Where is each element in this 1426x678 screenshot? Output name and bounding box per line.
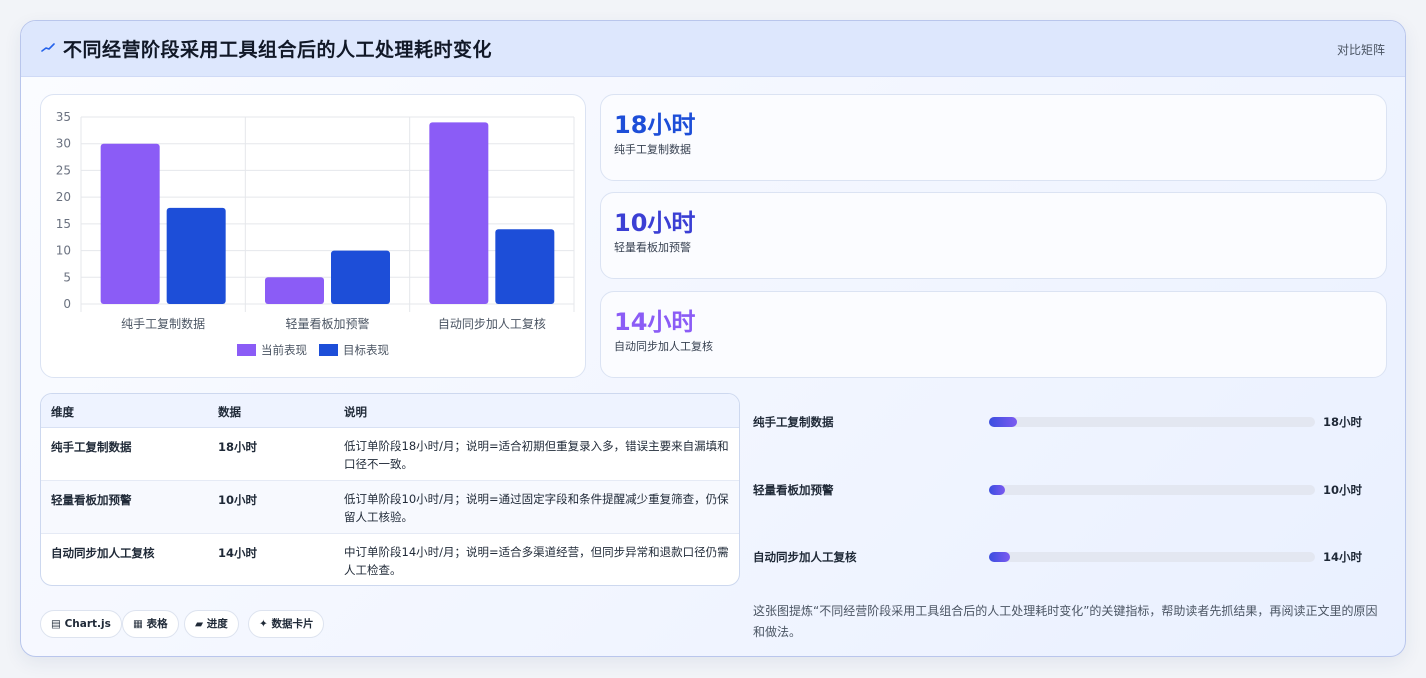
column-header: 维度 <box>51 405 74 419</box>
progress-row: 纯手工复制数据 18小时 <box>753 412 1373 432</box>
progress-fill <box>989 552 1011 562</box>
progress-label: 轻量看板加预警 <box>753 483 834 497</box>
cell-description: 中订单阶段14小时/月；说明=适合多渠道经营，但同步异常和退款口径仍需人工检查。 <box>344 545 729 577</box>
chip-label: 表格 <box>146 618 168 630</box>
table-row: 轻量看板加预警 10小时 低订单阶段10小时/月；说明=通过固定字段和条件提醒减… <box>41 481 739 534</box>
chip-table[interactable]: ▦ 表格 <box>122 610 179 638</box>
card-title: 不同经营阶段采用工具组合后的人工处理耗时变化 <box>63 39 493 61</box>
chart-icon: ▤ <box>51 618 61 630</box>
data-table: 维度 数据 说明 纯手工复制数据 18小时 低订单阶段18小时/月；说明=适合初… <box>40 393 740 586</box>
y-tick-label: 5 <box>63 270 71 284</box>
y-tick-label: 35 <box>56 110 71 124</box>
legend-swatch <box>319 344 338 356</box>
progress-fill <box>989 485 1006 495</box>
column-header: 数据 <box>218 405 241 419</box>
progress-value: 18小时 <box>1323 415 1363 429</box>
stat-card: 18小时 纯手工复制数据 <box>600 94 1387 181</box>
progress-row: 轻量看板加预警 10小时 <box>753 480 1373 500</box>
y-tick-label: 30 <box>56 137 71 151</box>
x-tick-label: 自动同步加人工复核 <box>438 317 546 331</box>
x-tick-label: 轻量看板加预警 <box>285 316 369 331</box>
chip-data-cards[interactable]: ✦ 数据卡片 <box>248 610 325 638</box>
stat-value: 14小时 <box>614 308 696 336</box>
progress-value: 14小时 <box>1323 550 1363 564</box>
y-tick-label: 10 <box>56 244 71 258</box>
progress-row: 自动同步加人工复核 14小时 <box>753 547 1373 567</box>
stat-label: 轻量看板加预警 <box>614 241 691 254</box>
column-header: 说明 <box>344 405 367 419</box>
comparison-card: 不同经营阶段采用工具组合后的人工处理耗时变化 对比矩阵 0 5 10 15 20 25 30… <box>20 20 1406 657</box>
cell-description: 低订单阶段18小时/月；说明=适合初期但重复录入多，错误主要来自漏填和口径不一致… <box>344 439 729 471</box>
progress-value: 10小时 <box>1323 483 1363 497</box>
bar <box>331 250 390 304</box>
chip-chartjs[interactable]: ▤ Chart.js <box>40 610 122 638</box>
table-row: 自动同步加人工复核 14小时 中订单阶段14小时/月；说明=适合多渠道经营，但同… <box>41 534 739 585</box>
cell-data: 18小时 <box>218 440 258 454</box>
stat-value: 10小时 <box>614 209 696 237</box>
summary-note: 这张图提炼“不同经营阶段采用工具组合后的人工处理耗时变化”的关键指标，帮助读者先… <box>753 604 1378 639</box>
y-tick-label: 20 <box>56 190 71 204</box>
legend-label: 目标表现 <box>343 343 389 357</box>
cell-dimension: 轻量看板加预警 <box>51 493 132 507</box>
chip-progress[interactable]: ▰ 进度 <box>184 610 239 638</box>
matrix-badge: 对比矩阵 <box>1336 43 1385 57</box>
progress-label: 纯手工复制数据 <box>753 415 834 429</box>
progress-label: 自动同步加人工复核 <box>753 550 857 564</box>
progress-track <box>989 485 1315 495</box>
stat-card: 10小时 轻量看板加预警 <box>600 192 1387 279</box>
bar <box>166 207 226 304</box>
card-header: 不同经营阶段采用工具组合后的人工处理耗时变化 对比矩阵 <box>21 21 1405 77</box>
progress-track <box>989 417 1315 427</box>
chart-panel: 0 5 10 15 20 25 30 35 纯手工复制数据 轻量看板加预警 自动同步加人工复核当前表… <box>40 94 586 378</box>
bar-chart: 0 5 10 15 20 25 30 35 纯手工复制数据 轻量看板加预警 自动同步加人工复核当前表… <box>56 110 575 357</box>
cell-description: 低订单阶段10小时/月；说明=通过固定字段和条件提醒减少重复筛查，仍保留人工核验… <box>344 492 729 524</box>
cell-data: 10小时 <box>218 493 258 507</box>
table-row: 纯手工复制数据 18小时 低订单阶段18小时/月；说明=适合初期但重复录入多，错… <box>41 428 739 481</box>
table-icon: ▦ <box>133 618 143 630</box>
chip-label: 进度 <box>206 618 228 630</box>
progress-track <box>989 552 1315 562</box>
table-header-row: 维度 数据 说明 <box>41 394 739 428</box>
cell-dimension: 纯手工复制数据 <box>51 440 132 454</box>
progress-fill <box>989 417 1017 427</box>
y-tick-label: 15 <box>56 217 71 231</box>
bar <box>265 277 324 304</box>
chip-label: Chart.js <box>64 618 111 630</box>
legend-swatch <box>237 344 256 356</box>
chip-label: 数据卡片 <box>271 618 314 630</box>
cell-data: 14小时 <box>218 546 258 560</box>
trend-icon <box>41 43 55 52</box>
bar <box>100 143 160 304</box>
progress-icon: ▰ <box>195 618 204 630</box>
stat-label: 自动同步加人工复核 <box>614 340 713 353</box>
stat-label: 纯手工复制数据 <box>614 143 691 156</box>
legend-label: 当前表现 <box>261 343 307 357</box>
y-tick-label: 25 <box>56 163 71 177</box>
cell-dimension: 自动同步加人工复核 <box>51 546 155 560</box>
y-tick-label: 0 <box>63 297 71 311</box>
stat-card: 14小时 自动同步加人工复核 <box>600 291 1387 378</box>
sparkle-icon: ✦ <box>259 618 268 630</box>
x-tick-label: 纯手工复制数据 <box>121 316 205 331</box>
bar <box>495 229 555 304</box>
stat-value: 18小时 <box>614 111 696 139</box>
bar <box>429 122 489 304</box>
